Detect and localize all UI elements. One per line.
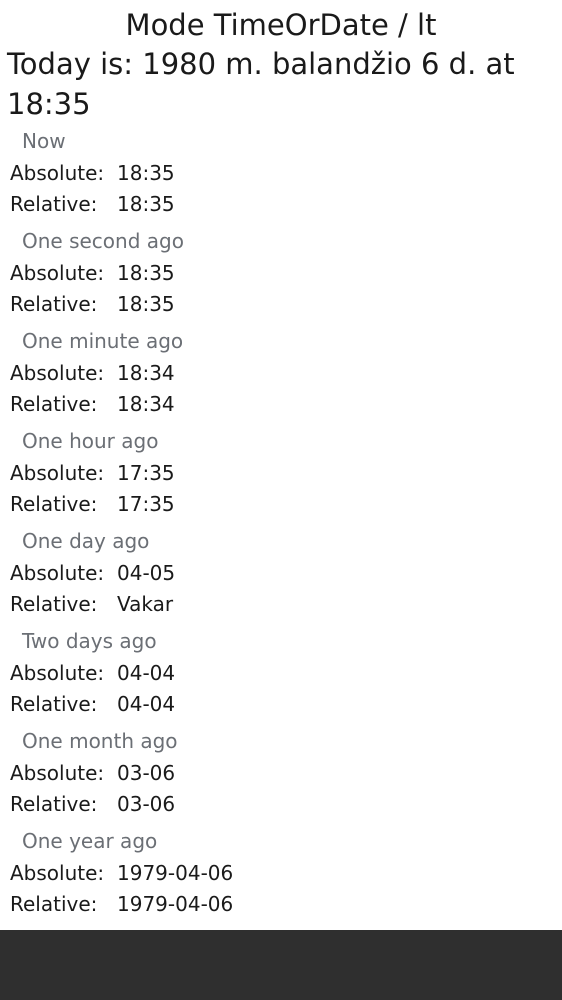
absolute-row: Absolute: 18:34 [10,358,175,388]
absolute-row: Absolute: 04-04 [10,658,175,688]
time-sections-list: Now Absolute: 18:35 Relative: 18:35 One se… [0,126,562,926]
relative-row: Relative: 03-06 [10,789,175,819]
relative-value: Vakar [117,592,174,616]
relative-label: Relative: [10,492,98,516]
relative-label: Relative: [10,792,98,816]
absolute-value: 04-05 [117,561,176,585]
absolute-label: Absolute: [10,261,105,285]
absolute-label: Absolute: [10,661,105,685]
relative-value: 1979-04-06 [117,892,234,916]
time-section: One year ago Absolute: 1979-04-06 Relativ… [0,826,562,926]
absolute-value: 18:35 [117,261,175,285]
absolute-label: Absolute: [10,861,105,885]
relative-row: Relative: 18:35 [10,189,175,219]
absolute-value: 1979-04-06 [117,861,234,885]
relative-row: Relative: Vakar [10,589,173,619]
time-section: Now Absolute: 18:35 Relative: 18:35 [0,126,562,226]
section-header: One year ago [22,829,158,853]
absolute-label: Absolute: [10,461,105,485]
absolute-value: 17:35 [117,461,175,485]
relative-value: 18:34 [117,392,175,416]
relative-row: Relative: 04-04 [10,689,175,719]
section-header: One second ago [22,229,184,253]
page-title: Mode TimeOrDate / lt [125,8,437,42]
absolute-label: Absolute: [10,161,105,185]
time-section: One month ago Absolute: 03-06 Relative: 03… [0,726,562,826]
relative-value: 03-06 [117,792,176,816]
relative-row: Relative: 17:35 [10,489,175,519]
absolute-row: Absolute: 17:35 [10,458,175,488]
absolute-label: Absolute: [10,761,105,785]
absolute-label: Absolute: [10,361,105,385]
section-header: One minute ago [22,329,184,353]
relative-row: Relative: 18:35 [10,289,175,319]
relative-value: 18:35 [117,292,175,316]
absolute-row: Absolute: 18:35 [10,258,175,288]
section-header: Now [22,129,66,153]
relative-label: Relative: [10,292,98,316]
absolute-value: 18:34 [117,361,175,385]
absolute-row: Absolute: 03-06 [10,758,175,788]
today-text: Today is: 1980 m. balandžio 6 d. at 18:3… [7,47,515,121]
relative-value: 17:35 [117,492,175,516]
relative-label: Relative: [10,592,98,616]
absolute-label: Absolute: [10,561,105,585]
absolute-value: 18:35 [117,161,175,185]
absolute-value: 03-06 [117,761,176,785]
time-section: One day ago Absolute: 04-05 Relative: Vaka… [0,526,562,626]
relative-label: Relative: [10,692,98,716]
relative-row: Relative: 18:34 [10,389,175,419]
section-header: Two days ago [22,629,157,653]
relative-value: 04-04 [117,692,176,716]
absolute-value: 04-04 [117,661,176,685]
bottom-navigation-bar [0,930,562,1000]
relative-label: Relative: [10,892,98,916]
time-section: Two days ago Absolute: 04-04 Relative: 04-… [0,626,562,726]
relative-value: 18:35 [117,192,175,216]
relative-label: Relative: [10,392,98,416]
section-header: One month ago [22,729,178,753]
relative-label: Relative: [10,192,98,216]
absolute-row: Absolute: 1979-04-06 [10,858,233,888]
time-section: One hour ago Absolute: 17:35 Relative: 17:… [0,426,562,526]
relative-row: Relative: 1979-04-06 [10,889,233,919]
time-section: One second ago Absolute: 18:35 Relative: 1… [0,226,562,326]
absolute-row: Absolute: 04-05 [10,558,175,588]
section-header: One hour ago [22,429,159,453]
absolute-row: Absolute: 18:35 [10,158,175,188]
time-section: One minute ago Absolute: 18:34 Relative: 1… [0,326,562,426]
section-header: One day ago [22,529,150,553]
